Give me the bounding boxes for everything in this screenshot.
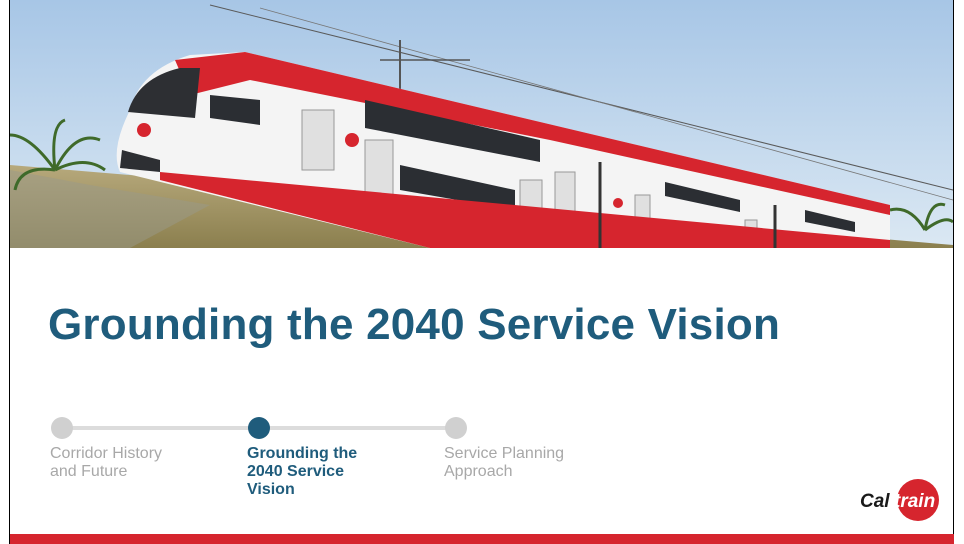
section-progress-tracker: Corridor History and Future Grounding th… (48, 414, 564, 514)
step-dot-service-planning (445, 417, 467, 439)
hero-train-image (10, 0, 953, 248)
slide: Grounding the 2040 Service Vision Corrid… (0, 0, 964, 544)
bottom-accent-bar (10, 534, 954, 544)
step-label-line: Corridor History (50, 445, 163, 462)
step-label-service-planning: Service Planning Approach (444, 445, 614, 481)
progress-line-2 (258, 426, 455, 430)
step-label-line: Vision (247, 481, 295, 498)
step-label-line: Approach (444, 463, 513, 480)
step-label-line: Service Planning (444, 445, 565, 462)
step-label-line: and Future (50, 463, 128, 480)
logo-text-cal: Cal (860, 491, 890, 512)
slide-frame-right (953, 0, 954, 544)
step-label-corridor-history: Corridor History and Future (50, 445, 220, 481)
step-dot-corridor-history (51, 417, 73, 439)
logo-text-train: train (894, 491, 935, 512)
step-dot-grounding-vision (248, 417, 270, 439)
step-label-line: 2040 Service (247, 463, 344, 480)
step-label-line: Grounding the (247, 445, 358, 462)
step-label-grounding-vision: Grounding the 2040 Service Vision (247, 445, 417, 499)
progress-line-1 (59, 426, 256, 430)
caltrain-logo: Cal train (858, 478, 940, 522)
slide-title: Grounding the 2040 Service Vision (48, 300, 781, 349)
